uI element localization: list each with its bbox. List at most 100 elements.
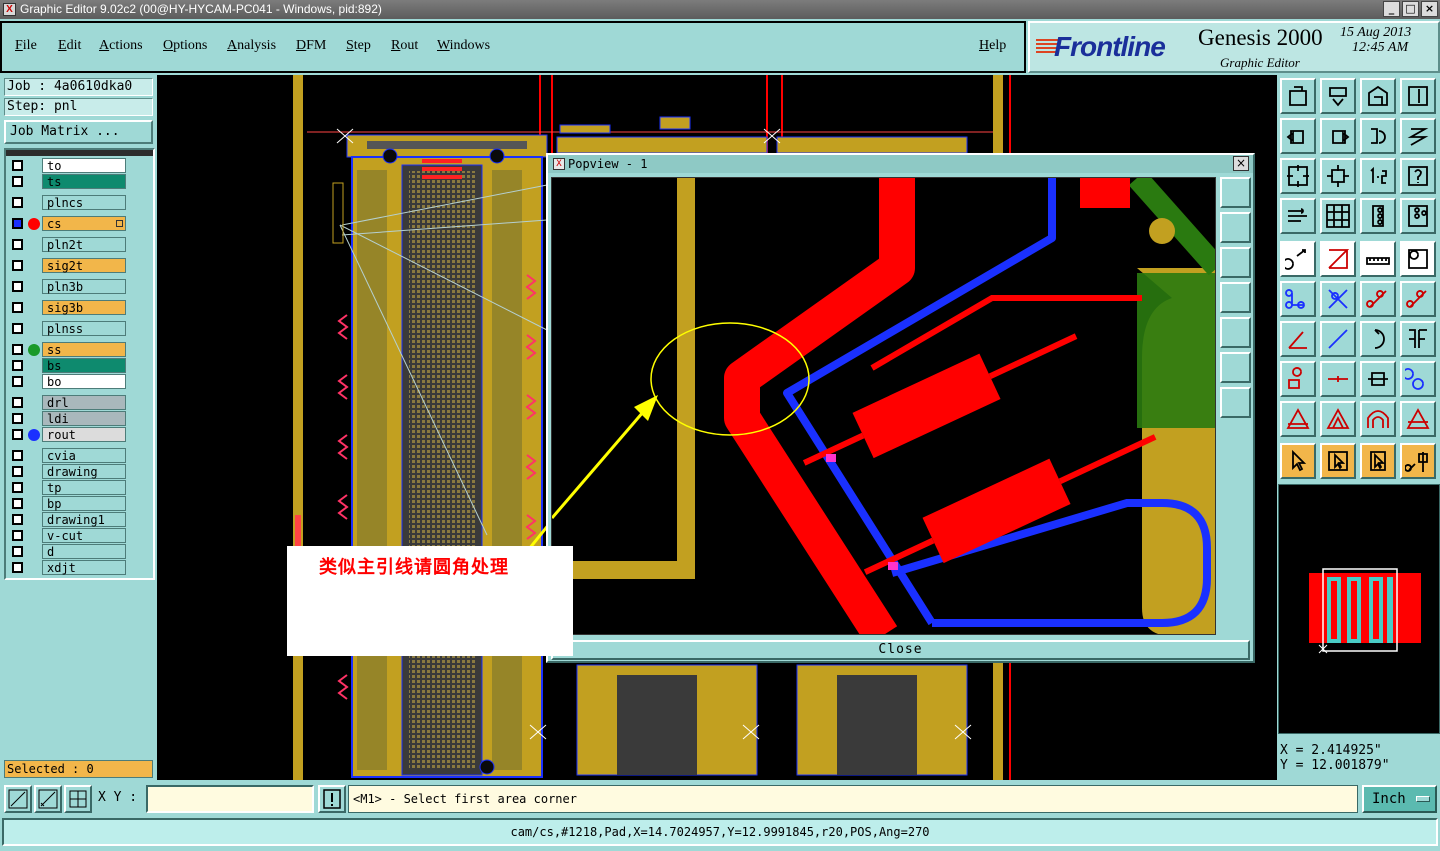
popview-pan-up-button[interactable] [1220,212,1251,243]
popview-zoom-home-button[interactable] [1220,177,1251,208]
circle-select-button[interactable] [1400,241,1436,277]
xy-input[interactable] [146,785,314,813]
layer-name[interactable]: drawing1 [42,512,126,527]
layer-checkbox[interactable] [12,160,23,171]
rotate-button[interactable] [1360,118,1396,154]
layer-row-to[interactable]: to [10,158,128,173]
layer-name[interactable]: ts [42,174,126,189]
layer-checkbox[interactable] [12,413,23,424]
menu-step[interactable]: Step [346,38,371,54]
select-arrow-button[interactable] [1280,443,1316,479]
line-angle-button[interactable] [1320,241,1356,277]
select-box-button[interactable] [1320,443,1356,479]
layer-row-pln3b[interactable]: pln3b [10,279,128,294]
layer-row-cvia[interactable]: cvia [10,448,128,463]
blob-button[interactable] [1400,361,1436,397]
menu-options[interactable]: Options [163,38,207,54]
triangle-2-button[interactable] [1320,401,1356,437]
layer-row-ldi[interactable]: ldi [10,411,128,426]
help-query-button[interactable] [1400,158,1436,194]
layer-name[interactable]: cvia [42,448,126,463]
layer-row-ss[interactable]: ss [10,342,128,357]
layer-row-pln2t[interactable]: pln2t [10,237,128,252]
mirror-button[interactable] [1400,118,1436,154]
layer-row-ts[interactable]: ts [10,174,128,189]
alert-button[interactable] [318,785,346,813]
menu-file[interactable]: File [15,38,37,54]
move-red-dot-2-button[interactable] [1400,281,1436,317]
layer-checkbox[interactable] [12,281,23,292]
layer-row-plncs[interactable]: plncs [10,195,128,210]
unit-selector[interactable]: Inch [1362,785,1437,813]
layer-name[interactable]: plnss [42,321,126,336]
layer-name[interactable]: ldi [42,411,126,426]
diagonal-line-button[interactable] [1320,321,1356,357]
layer-checkbox[interactable] [12,429,23,440]
layer-name[interactable]: sig2t [42,258,126,273]
layer-row-plnss[interactable]: plnss [10,321,128,336]
job-matrix-button[interactable]: Job Matrix ... [4,120,153,144]
fit-all-button[interactable] [1280,158,1316,194]
menu-dfm[interactable]: DFM [296,38,326,54]
layer-row-bo[interactable]: bo [10,374,128,389]
home-view-button[interactable] [1280,78,1316,114]
layer-checkbox[interactable] [12,450,23,461]
layer-name[interactable]: ss [42,342,126,357]
layer-name[interactable]: rout [42,427,126,442]
menu-help[interactable]: Help [979,38,1006,54]
popview-pan-down-button[interactable] [1220,247,1251,278]
layer-checkbox[interactable] [12,397,23,408]
point-red-button[interactable] [1280,361,1316,397]
layer-checkbox[interactable] [12,530,23,541]
move-red-dot-button[interactable] [1360,281,1396,317]
layer-checkbox[interactable] [12,376,23,387]
layer-name[interactable]: sig3b [42,300,126,315]
drc-lights-button[interactable] [1400,198,1436,234]
net-connect-button[interactable] [1280,281,1316,317]
ruler-button[interactable] [1360,241,1396,277]
popview-pan-right-button[interactable] [1220,317,1251,348]
layer-checkbox[interactable] [12,360,23,371]
layer-row-rout[interactable]: rout [10,427,128,442]
bar-line-button[interactable] [1320,361,1356,397]
triangle-3-button[interactable] [1400,401,1436,437]
layer-name[interactable]: to [42,158,126,173]
layer-name[interactable]: cs [42,216,126,231]
menu-rout[interactable]: Rout [391,38,418,54]
menu-analysis[interactable]: Analysis [227,38,276,54]
layer-name[interactable]: plncs [42,195,126,210]
layer-checkbox[interactable] [12,562,23,573]
layer-row-sig3b[interactable]: sig3b [10,300,128,315]
pan-left-button[interactable] [1280,118,1316,154]
triangle-button[interactable] [1280,401,1316,437]
overview-map[interactable] [1278,484,1440,734]
traffic-light-button[interactable] [1360,198,1396,234]
layer-name[interactable]: drawing [42,464,126,479]
popview-zoom-view[interactable] [551,177,1216,635]
select-arrow-2-button[interactable] [1360,443,1396,479]
layer-row-v-cut[interactable]: v-cut [10,528,128,543]
delete-cross-button[interactable] [1320,281,1356,317]
layer-checkbox[interactable] [12,546,23,557]
menu-edit[interactable]: Edit [58,38,81,54]
layer-name[interactable]: tp [42,480,126,495]
layer-name[interactable]: v-cut [42,528,126,543]
layer-checkbox[interactable] [12,197,23,208]
popview-zoom-out-button[interactable] [1220,387,1251,418]
popview-close-button[interactable]: Close [551,640,1250,660]
zoom-window-button[interactable] [1400,78,1436,114]
scale-1-2-button[interactable] [1360,158,1396,194]
layer-name[interactable]: d [42,544,126,559]
minimize-button[interactable]: _ [1383,1,1400,17]
zoom-fit-button[interactable] [1320,78,1356,114]
layer-row-bp[interactable]: bp [10,496,128,511]
layer-row-drl[interactable]: drl [10,395,128,410]
close-window-button[interactable]: × [1421,1,1438,17]
layer-checkbox[interactable] [12,176,23,187]
zoom-area-button[interactable] [4,785,32,813]
layer-name[interactable]: bp [42,496,126,511]
grid-button[interactable] [64,785,92,813]
layer-checkbox[interactable] [12,344,23,355]
zoom-building-button[interactable] [1360,78,1396,114]
layer-checkbox[interactable] [12,302,23,313]
